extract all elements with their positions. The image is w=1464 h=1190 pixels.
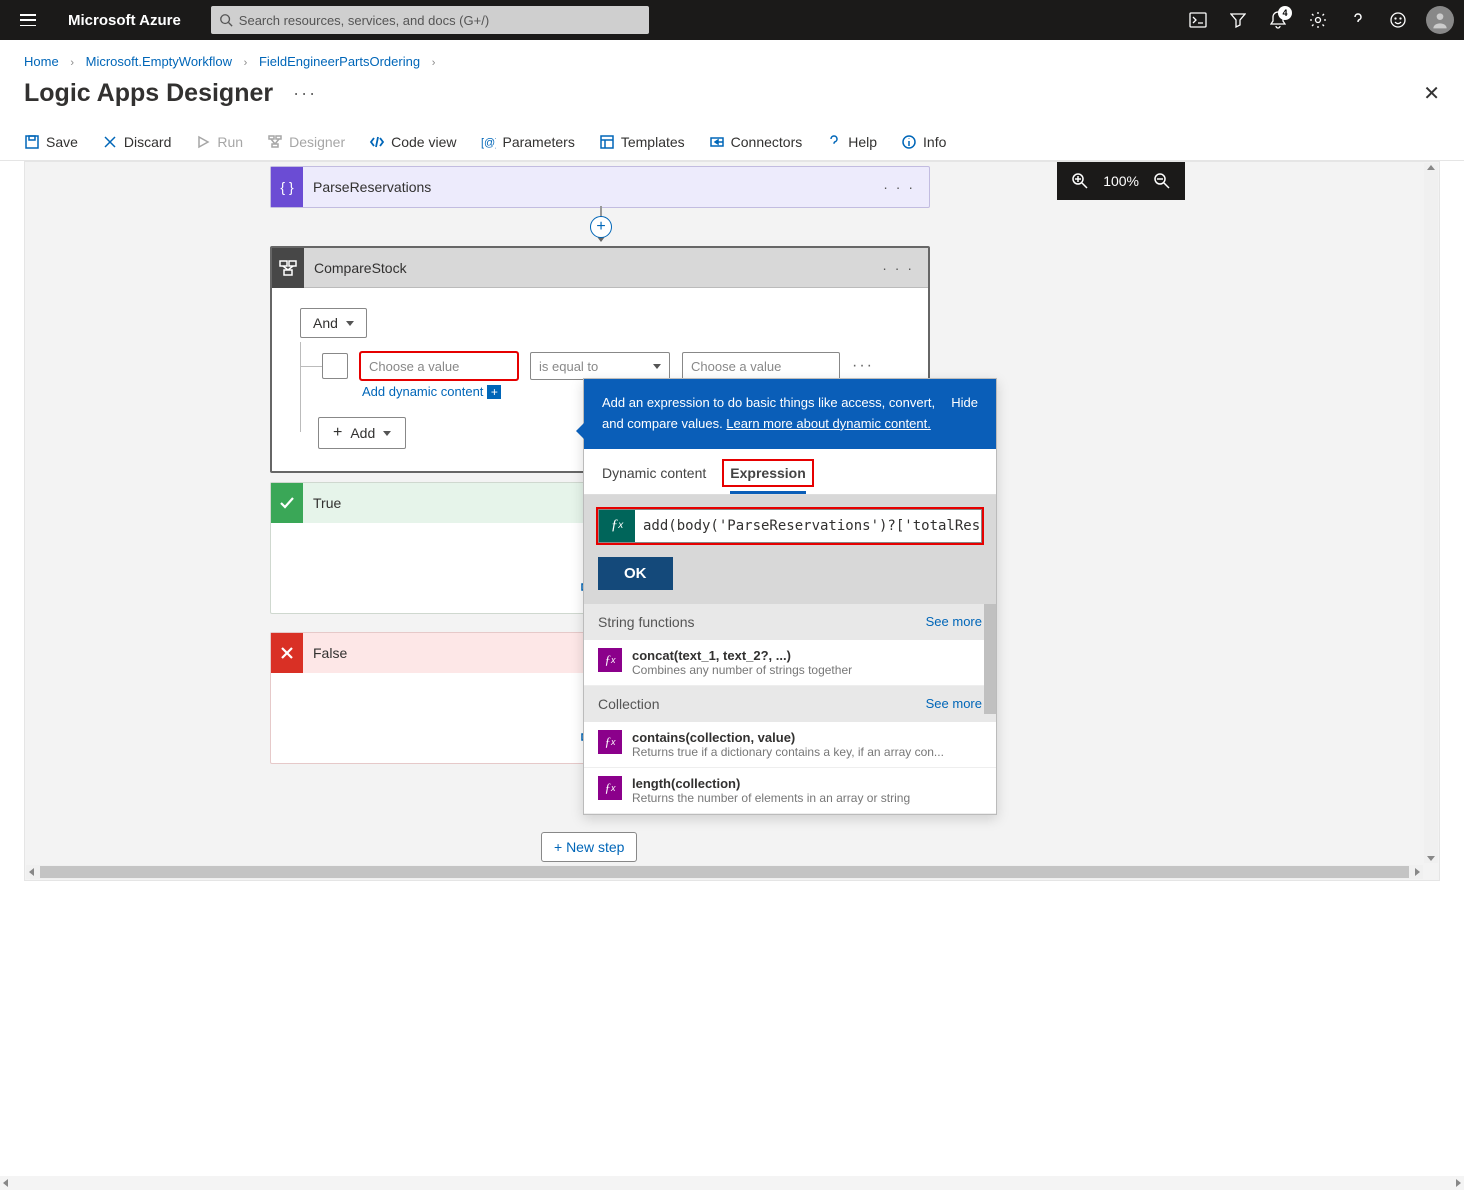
help-button[interactable]: Help: [826, 134, 877, 150]
node-title: True: [313, 495, 341, 511]
condition-value-left-input[interactable]: Choose a value: [360, 352, 518, 380]
insert-step-button[interactable]: +: [590, 216, 612, 238]
page-scrollbar-horizontal[interactable]: [0, 1176, 1464, 1190]
global-search-input[interactable]: Search resources, services, and docs (G+…: [211, 6, 649, 34]
brand-label: Microsoft Azure: [68, 12, 181, 29]
zoom-level: 100%: [1103, 173, 1139, 189]
fn-length[interactable]: ƒx length(collection) Returns the number…: [584, 768, 996, 814]
svg-text:[@]: [@]: [481, 137, 496, 149]
connectors-button[interactable]: Connectors: [709, 134, 803, 150]
parse-json-icon: { }: [271, 167, 303, 207]
save-button[interactable]: Save: [24, 134, 78, 150]
notification-badge: 4: [1278, 6, 1292, 20]
expression-input[interactable]: add(body('ParseReservations')?['totalRes…: [635, 510, 981, 542]
add-dynamic-content-link[interactable]: Add dynamic content: [362, 384, 483, 399]
new-step-button[interactable]: + New step: [541, 832, 637, 862]
canvas-scrollbar-horizontal[interactable]: [26, 865, 1423, 879]
breadcrumb-logicapp[interactable]: FieldEngineerPartsOrdering: [259, 54, 420, 69]
info-button[interactable]: Info: [901, 134, 946, 150]
zoom-controls: 100%: [1057, 162, 1185, 200]
designer-button[interactable]: Designer: [267, 134, 345, 150]
breadcrumb-home[interactable]: Home: [24, 54, 59, 69]
page-title: Logic Apps Designer: [24, 79, 273, 108]
canvas-scrollbar-vertical[interactable]: [1424, 163, 1438, 863]
condition-row-more[interactable]: ···: [852, 357, 874, 375]
ok-button[interactable]: OK: [598, 557, 673, 590]
feedback-icon[interactable]: [1378, 0, 1418, 40]
page-close-button[interactable]: ✕: [1423, 81, 1440, 106]
node-title: ParseReservations: [313, 179, 431, 195]
search-placeholder: Search resources, services, and docs (G+…: [239, 13, 489, 28]
see-more-link[interactable]: See more: [926, 614, 982, 630]
condition-icon: [272, 248, 304, 288]
condition-group-operator[interactable]: And: [300, 308, 367, 338]
templates-button[interactable]: Templates: [599, 134, 685, 150]
page-header: Logic Apps Designer ··· ✕: [0, 69, 1464, 128]
parameters-button[interactable]: [@]Parameters: [480, 134, 574, 150]
fx-icon: ƒx: [599, 510, 635, 542]
designer-toolbar: Save Discard Run Designer Code view [@]P…: [0, 128, 1464, 161]
flyout-scrollbar[interactable]: [984, 604, 996, 714]
breadcrumb-workflow[interactable]: Microsoft.EmptyWorkflow: [86, 54, 232, 69]
add-condition-button[interactable]: + Add: [318, 417, 406, 449]
run-button[interactable]: Run: [195, 134, 243, 150]
menu-button[interactable]: [8, 0, 48, 40]
page-more-button[interactable]: ···: [293, 83, 317, 104]
cloud-shell-icon[interactable]: [1178, 0, 1218, 40]
node-more-button[interactable]: · · ·: [883, 179, 915, 195]
expression-flyout: Add an expression to do basic things lik…: [583, 378, 997, 815]
search-icon: [219, 13, 233, 27]
designer-canvas[interactable]: 100% { } ParseReservations · · · +: [24, 161, 1440, 881]
condition-row-checkbox[interactable]: [322, 353, 348, 379]
node-parse-reservations[interactable]: { } ParseReservations · · ·: [270, 166, 930, 208]
breadcrumb: Home › Microsoft.EmptyWorkflow › FieldEn…: [0, 40, 1464, 69]
tab-expression[interactable]: Expression: [730, 459, 805, 494]
node-more-button[interactable]: · · ·: [882, 260, 914, 276]
chevron-down-icon: [383, 431, 391, 436]
zoom-out-icon[interactable]: [1153, 172, 1171, 190]
fx-icon: ƒx: [598, 730, 622, 754]
node-title: CompareStock: [314, 260, 407, 276]
section-collection: Collection See more: [584, 686, 996, 722]
see-more-link[interactable]: See more: [926, 696, 982, 712]
chevron-down-icon: [346, 321, 354, 326]
fx-icon: ƒx: [598, 776, 622, 800]
help-icon[interactable]: [1338, 0, 1378, 40]
x-icon: [271, 633, 303, 673]
flyout-banner: Add an expression to do basic things lik…: [602, 393, 935, 435]
discard-button[interactable]: Discard: [102, 134, 171, 150]
directory-filter-icon[interactable]: [1218, 0, 1258, 40]
learn-more-link[interactable]: Learn more about dynamic content.: [726, 416, 931, 431]
chevron-down-icon: [653, 364, 661, 369]
node-title: False: [313, 645, 347, 661]
fn-concat[interactable]: ƒx concat(text_1, text_2?, ...) Combines…: [584, 640, 996, 686]
hide-banner-button[interactable]: Hide: [951, 393, 978, 435]
code-view-button[interactable]: Code view: [369, 134, 456, 150]
azure-topbar: Microsoft Azure Search resources, servic…: [0, 0, 1464, 40]
notifications-icon[interactable]: 4: [1258, 0, 1298, 40]
plus-icon: +: [487, 385, 501, 399]
settings-icon[interactable]: [1298, 0, 1338, 40]
condition-value-right-input[interactable]: Choose a value: [682, 352, 840, 380]
tab-dynamic-content[interactable]: Dynamic content: [602, 459, 706, 494]
fx-icon: ƒx: [598, 648, 622, 672]
check-icon: [271, 483, 303, 523]
fn-contains[interactable]: ƒx contains(collection, value) Returns t…: [584, 722, 996, 768]
condition-operator-select[interactable]: is equal to: [530, 352, 670, 380]
zoom-in-icon[interactable]: [1071, 172, 1089, 190]
account-avatar[interactable]: [1426, 6, 1454, 34]
section-string-functions: String functions See more: [584, 604, 996, 640]
